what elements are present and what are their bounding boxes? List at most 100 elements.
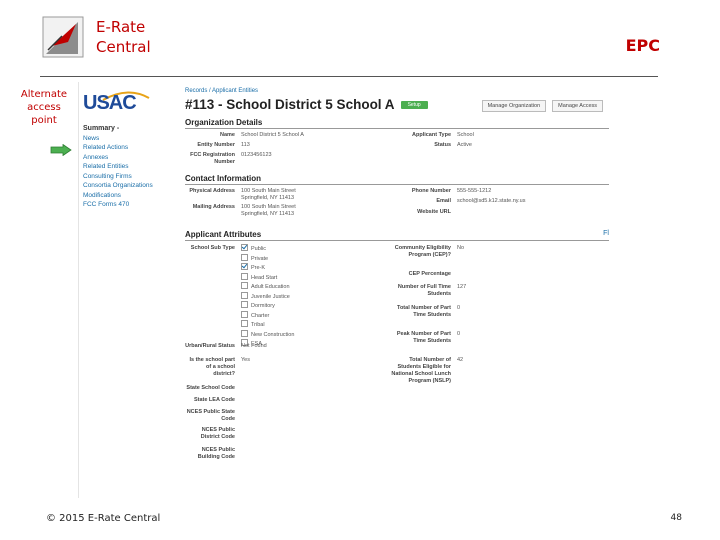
note-line-1: Alternate [20,89,68,100]
fcc-registration-label: FCC Registration Number [190,152,235,165]
edit-link[interactable]: Fl [603,230,609,237]
school-district-part-value: Yes [241,357,250,363]
subtype-adult-education-label: Adult Education [251,284,290,290]
state-school-code-label: State School Code [186,385,235,391]
email-value[interactable]: school@sd5.k12.state.ny.us [457,198,525,205]
school-subtype-list: Public Private Pre-K Head Start Adult Ed… [241,244,294,349]
status-label: Status [434,142,451,148]
page-number: 48 [670,513,682,523]
cep-percentage-label: CEP Percentage [408,271,451,277]
record-title: #113 - School District 5 School A [185,97,395,112]
nslp-students-label: Total Number of Students Eligible for Na… [391,357,451,384]
peak-parttime-label: Peak Number of Part Time Students [396,331,451,344]
subtype-dormitory-label: Dormitory [251,303,275,309]
note-line-3: point [31,115,57,126]
physical-address-label: Physical Address [189,188,235,194]
subtype-charter[interactable]: Charter [241,310,294,321]
subtype-dormitory[interactable]: Dormitory [241,301,294,311]
subtype-head-start-label: Head Start [251,274,278,281]
subtype-private[interactable]: Private [241,253,294,264]
mailing-address-label: Mailing Address [192,204,235,210]
email-label: Email [436,198,451,204]
nces-building-code-label: NCES Public Building Code [197,447,235,460]
nces-state-code-label: NCES Public State Code [186,409,235,422]
attributes-heading-text: Applicant Attributes [185,230,262,239]
subtype-juvenile-justice[interactable]: Juvenile Justice [241,291,294,302]
cep-value: No [457,245,465,251]
sidebar-item-related-actions[interactable]: Related Actions [83,143,175,153]
org-details-section: Name School District 5 School A Entity N… [185,129,609,169]
pointer-arrow-icon [50,141,72,160]
subtype-head-start[interactable]: Head Start [241,272,294,283]
subtype-juvenile-justice-label: Juvenile Justice [251,293,290,300]
checkbox-icon[interactable] [241,291,248,299]
fulltime-students-value: 127 [457,284,467,290]
checkbox-icon[interactable] [241,310,248,318]
fulltime-students-label: Number of Full Time Students [397,284,451,297]
attributes-section: School Sub Type Public Private Pre-K Hea… [185,241,609,481]
status-value: Active [457,142,472,148]
checkbox-icon[interactable] [241,282,248,289]
peak-parttime-value: 0 [457,331,461,337]
checkbox-icon[interactable] [241,320,248,327]
checkbox-icon[interactable] [241,253,248,261]
fcc-registration-value: 0123456123 [241,152,272,158]
contact-section: Physical Address 100 South Main Street S… [185,185,609,225]
mailing-address-line-2: Springfield, NY 11413 [241,211,294,217]
brand-line-1: E-Rate [96,18,146,36]
subtype-charter-label: Charter [251,312,270,319]
name-value: School District 5 School A [241,132,304,138]
parttime-students-label: Total Number of Part Time Students [397,305,451,318]
subtype-private-label: Private [251,255,269,262]
checkbox-icon[interactable] [241,272,248,280]
subtype-new-construction-label: New Construction [251,331,295,338]
contact-info-heading: Contact Information [185,174,609,185]
sidebar-item-fcc-forms-470[interactable]: FCC Forms 470 [83,200,175,210]
sidebar-heading: Summary - [83,125,120,132]
name-label: Name [220,132,235,138]
sidebar-item-news[interactable]: News [83,134,175,144]
status-badge: Setup [400,100,428,109]
section-label: EPC [625,36,660,55]
subtype-tribal-label: Tribal [251,322,265,328]
urban-rural-label: Urban/Rural Status [185,343,235,349]
header-divider [40,76,658,77]
applicant-type-value: School [457,132,474,138]
parttime-students-value: 0 [457,305,461,311]
physical-address-line-1: 100 South Main Street [241,188,296,194]
cep-label: Community Eligibility Program (CEP)? [394,245,451,258]
physical-address-line-2: Springfield, NY 11413 [241,195,294,201]
phone-label: Phone Number [411,188,451,194]
record-sidebar: Summary - News Related Actions Annexes R… [83,124,175,210]
sidebar-item-consulting-firms[interactable]: Consulting Firms [83,172,175,182]
phone-value: 555-555-1212 [457,188,492,194]
nslp-students-value: 42 [457,357,464,363]
alternate-access-note: Alternate access point [14,88,74,127]
brand-title: E-Rate Central [96,17,151,57]
sidebar-item-related-entities[interactable]: Related Entities [83,162,175,172]
subtype-adult-education[interactable]: Adult Education [241,282,294,292]
copyright: © 2015 E-Rate Central [46,513,161,524]
sidebar-item-consortia[interactable]: Consortia Organizations [83,181,175,191]
subtype-public-label: Public [251,246,266,252]
checkbox-checked-icon[interactable] [241,244,248,251]
subtype-public[interactable]: Public [241,244,294,254]
mailing-address-line-1: 100 South Main Street [241,204,296,210]
manage-organization-button[interactable]: Manage Organization [481,100,547,112]
sidebar-item-modifications[interactable]: Modifications [83,191,175,201]
subtype-new-construction[interactable]: New Construction [241,329,295,340]
applicant-type-label: Applicant Type [411,132,451,138]
checkbox-icon[interactable] [241,329,248,337]
applicant-attributes-heading: Applicant Attributes Fl [185,230,609,241]
nces-district-code-label: NCES Public District Code [200,427,235,440]
school-district-part-label: Is the school part of a school district? [189,357,235,377]
usac-logo: USAC [83,92,137,114]
subtype-tribal[interactable]: Tribal [241,320,294,330]
subtype-pre-k[interactable]: Pre-K [241,263,294,273]
action-buttons: Manage Organization Manage Access [481,100,603,112]
breadcrumb[interactable]: Records / Applicant Entities [185,88,609,94]
manage-access-button[interactable]: Manage Access [552,100,603,112]
checkbox-checked-icon[interactable] [241,263,248,270]
sidebar-item-annexes[interactable]: Annexes [83,153,175,163]
checkbox-icon[interactable] [241,301,248,308]
